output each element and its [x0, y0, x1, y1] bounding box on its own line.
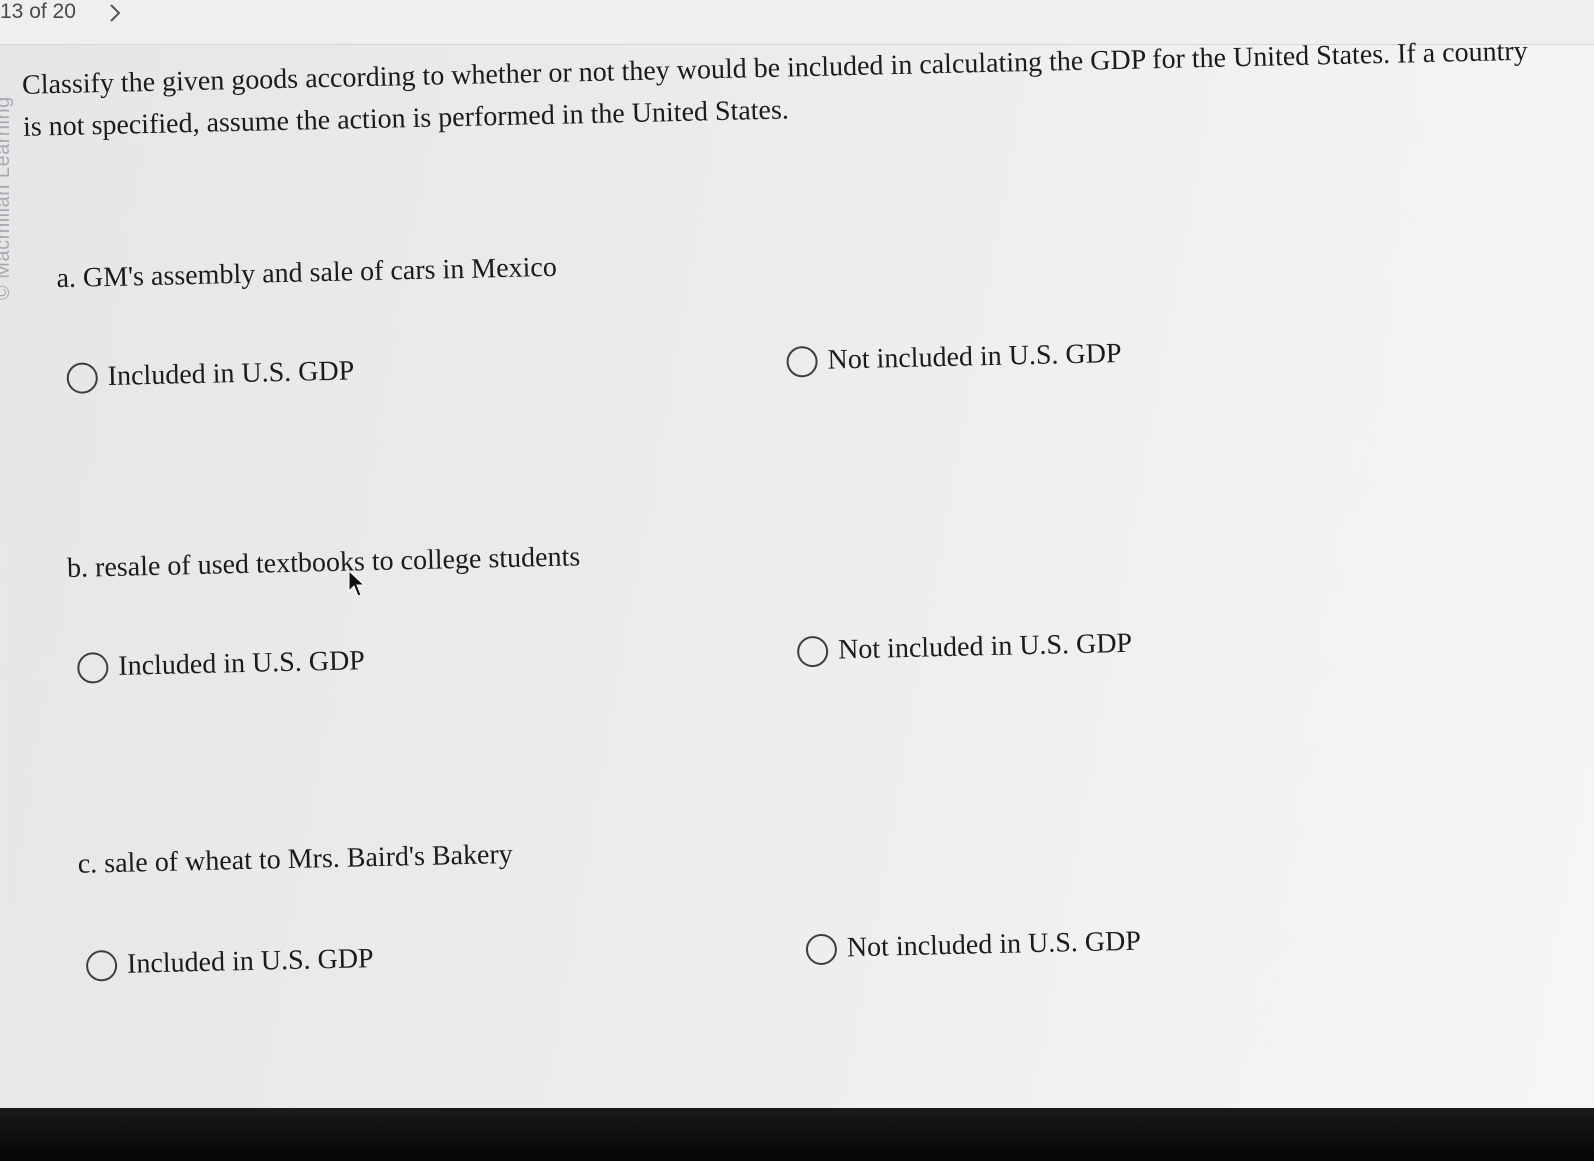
item-a-option-included[interactable]: Included in U.S. GDP — [66, 355, 355, 394]
item-c-option-included[interactable]: Included in U.S. GDP — [85, 943, 374, 982]
option-label: Not included in U.S. GDP — [827, 337, 1122, 376]
item-letter: a. — [56, 262, 77, 295]
question-area: Classify the given goods according to wh… — [0, 0, 1594, 1109]
screen-bottom-bezel — [0, 1108, 1594, 1161]
radio-button[interactable] — [796, 635, 829, 667]
radio-button[interactable] — [786, 345, 818, 378]
item-c-label: c. sale of wheat to Mrs. Baird's Bakery — [77, 838, 513, 882]
item-text: GM's assembly and sale of cars in Mexico — [82, 251, 558, 294]
option-label: Not included in U.S. GDP — [846, 925, 1142, 964]
option-label: Included in U.S. GDP — [117, 645, 366, 682]
mouse-pointer-icon — [348, 569, 366, 598]
radio-button[interactable] — [85, 949, 118, 982]
item-b-option-included[interactable]: Included in U.S. GDP — [76, 645, 366, 684]
option-label: Included in U.S. GDP — [126, 943, 374, 980]
item-text: sale of wheat to Mrs. Baird's Bakery — [103, 838, 514, 880]
item-c-option-not-included[interactable]: Not included in U.S. GDP — [805, 925, 1142, 966]
item-b-label: b. resale of used textbooks to college s… — [67, 540, 581, 586]
item-letter: c. — [77, 848, 98, 880]
item-a-label: a. GM's assembly and sale of cars in Mex… — [56, 251, 557, 296]
option-label: Not included in U.S. GDP — [837, 627, 1133, 666]
item-a-option-not-included[interactable]: Not included in U.S. GDP — [786, 338, 1122, 378]
option-label: Included in U.S. GDP — [107, 355, 355, 392]
item-b-option-not-included[interactable]: Not included in U.S. GDP — [796, 627, 1133, 668]
radio-button[interactable] — [66, 361, 99, 394]
radio-button[interactable] — [805, 933, 838, 965]
item-letter: b. — [66, 552, 89, 584]
question-prompt: Classify the given goods according to wh… — [21, 35, 1529, 143]
item-text: resale of used textbooks to college stud… — [94, 541, 581, 584]
radio-button[interactable] — [76, 651, 109, 684]
